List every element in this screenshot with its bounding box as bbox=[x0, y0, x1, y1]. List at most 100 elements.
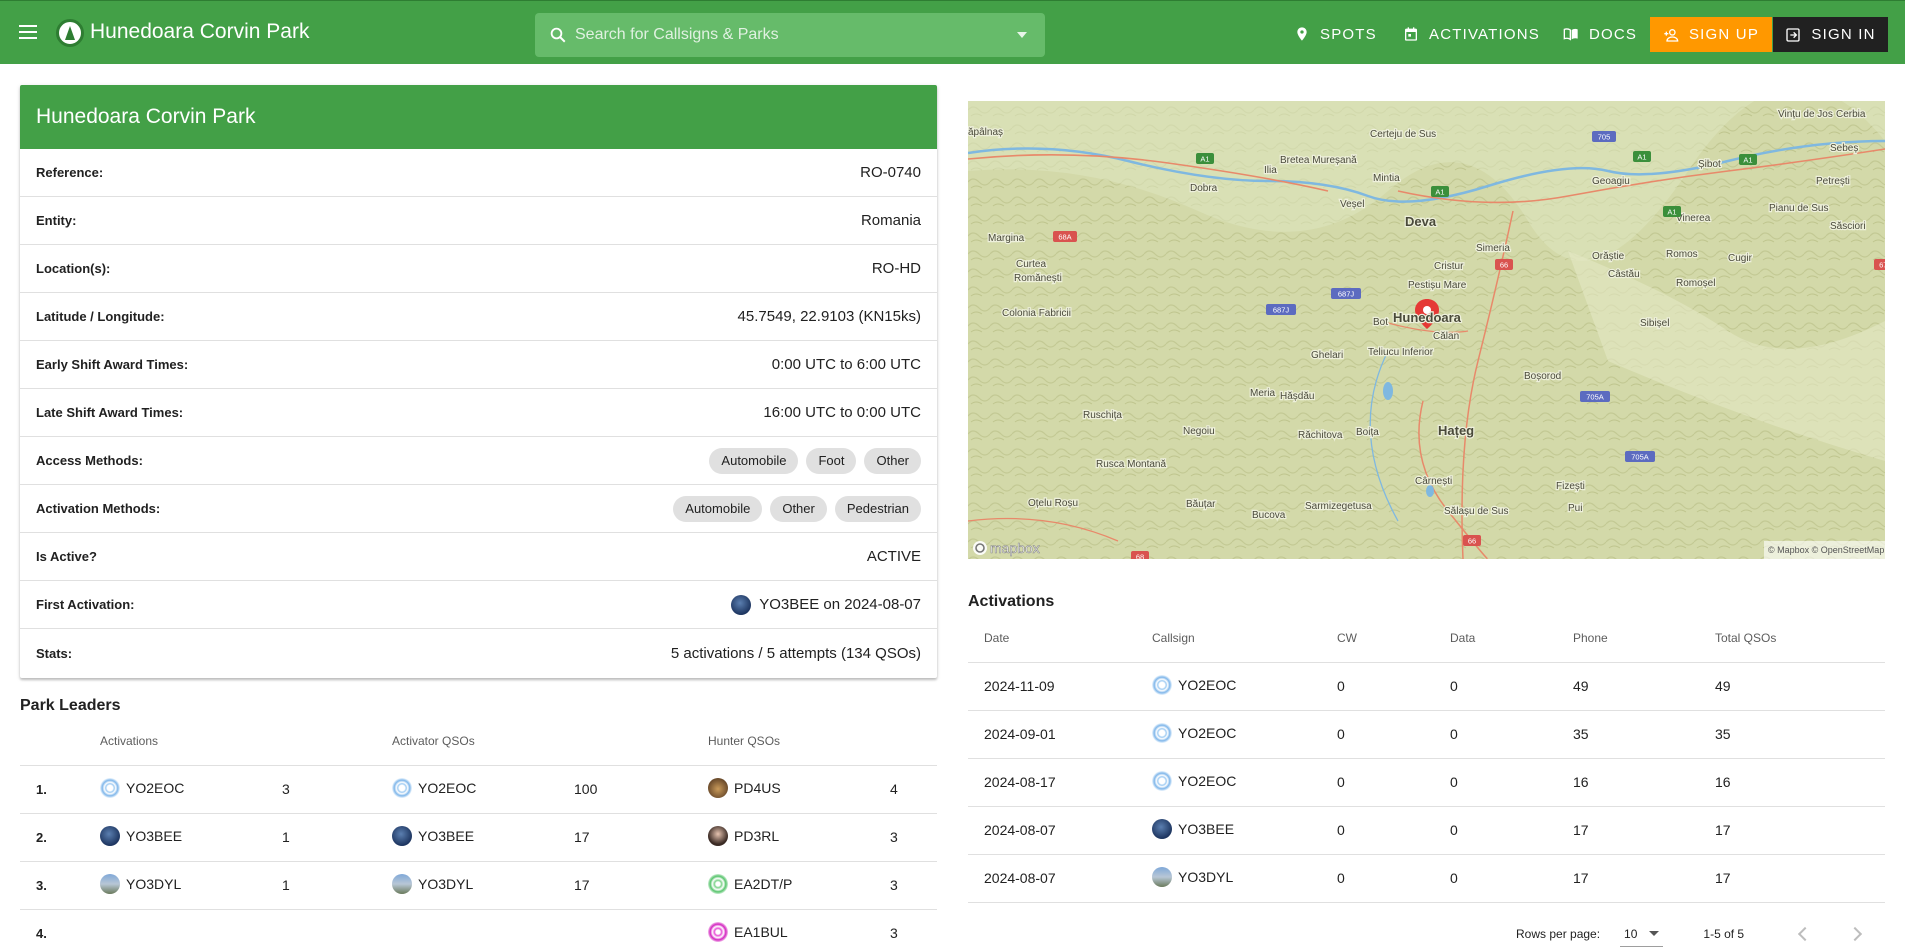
logo[interactable] bbox=[56, 19, 84, 47]
prev-page-icon[interactable] bbox=[1798, 926, 1813, 942]
park-info-label: Early Shift Award Times: bbox=[36, 357, 189, 372]
callsign-link[interactable]: YO3DYL bbox=[100, 873, 181, 894]
activations-header-date[interactable]: Date bbox=[968, 614, 1136, 663]
data-count: 0 bbox=[1434, 710, 1557, 759]
search-box[interactable] bbox=[535, 13, 1045, 57]
callsign-text: YO3DYL bbox=[1178, 868, 1234, 885]
activation-row[interactable]: 2024-08-07 YO3DYL 0 0 17 17 bbox=[968, 854, 1885, 903]
book-icon bbox=[1563, 28, 1578, 41]
chevron-down-icon bbox=[1649, 931, 1660, 936]
callsign-text: YO2EOC bbox=[1178, 772, 1237, 789]
callsign-link[interactable]: YO3DYL bbox=[392, 873, 473, 894]
callsign-link[interactable]: EA1BUL bbox=[708, 921, 788, 942]
hunter-qso-count: 3 bbox=[874, 813, 937, 862]
avatar bbox=[392, 825, 412, 846]
rows-per-page-label: Rows per page: bbox=[1516, 927, 1601, 941]
data-count: 0 bbox=[1434, 854, 1557, 903]
park-info-value-text: 45.7549, 22.9103 (KN15ks) bbox=[737, 308, 921, 325]
activation-row[interactable]: 2024-09-01 YO2EOC 0 0 35 35 bbox=[968, 710, 1885, 759]
total-qsos: 17 bbox=[1699, 854, 1885, 903]
leaders-row: 2. YO3BEE 1 YO3BEE 17 PD3RL 3 bbox=[20, 813, 937, 862]
phone-count: 49 bbox=[1557, 662, 1699, 711]
callsign-text: PD4US bbox=[734, 779, 781, 796]
hunter-qso-count: 3 bbox=[874, 861, 937, 910]
park-info-value: ACTIVE bbox=[867, 548, 921, 565]
park-leaders-title: Park Leaders bbox=[20, 697, 121, 714]
sign-up-button[interactable]: SIGN UP bbox=[1650, 17, 1772, 52]
callsign-link[interactable]: YO3BEE bbox=[1152, 818, 1234, 839]
map-place-label: Romoșel bbox=[1676, 278, 1715, 289]
map-place-label: Cugir bbox=[1728, 253, 1753, 264]
avatar bbox=[100, 825, 120, 846]
app-title[interactable]: Hunedoara Corvin Park bbox=[90, 20, 309, 44]
nav-activations-button[interactable]: ACTIVATIONS bbox=[1403, 17, 1540, 51]
map-place-label: Veșel bbox=[1340, 199, 1364, 210]
rows-per-page-select[interactable]: 10 bbox=[1620, 921, 1664, 947]
park-info-row: Activation Methods: Automobile Other Pedest… bbox=[20, 485, 937, 533]
method-chip: Foot bbox=[806, 447, 857, 474]
activation-date: 2024-08-07 bbox=[968, 854, 1136, 903]
park-info-value: YO3BEE on 2024-08-07 bbox=[731, 594, 921, 615]
sign-in-button[interactable]: SIGN IN bbox=[1773, 17, 1888, 52]
cw-count: 0 bbox=[1321, 758, 1434, 807]
road-shield-label: A1 bbox=[1667, 208, 1676, 217]
page-range: 1-5 of 5 bbox=[1703, 927, 1745, 941]
activations-header-row: Date Callsign CW Data Phone Total QSOs bbox=[968, 614, 1885, 663]
callsign-link[interactable]: YO2EOC bbox=[100, 777, 184, 798]
avatar bbox=[1152, 722, 1172, 743]
search-input[interactable] bbox=[575, 13, 995, 57]
avatar bbox=[708, 777, 728, 798]
park-map[interactable]: Vințu de Jos Cerbia Certeju de Sus Sebeș ăpâ… bbox=[968, 101, 1885, 559]
callsign-link[interactable]: PD3RL bbox=[708, 825, 779, 846]
callsign-link[interactable]: PD4US bbox=[708, 777, 781, 798]
activations-header-callsign[interactable]: Callsign bbox=[1136, 614, 1321, 663]
chevron-down-icon[interactable] bbox=[1017, 32, 1027, 38]
callsign-link[interactable]: EA2DT/P bbox=[708, 873, 792, 894]
activations-header-cw[interactable]: CW bbox=[1321, 614, 1434, 663]
map-place-label: Orăștie bbox=[1592, 251, 1625, 262]
activations-header-phone[interactable]: Phone bbox=[1557, 614, 1699, 663]
map-place-label: Petrești bbox=[1816, 176, 1850, 187]
map-place-label: Oțelu Roșu bbox=[1028, 498, 1078, 509]
total-qsos: 35 bbox=[1699, 710, 1885, 759]
leaders-row: 3. YO3DYL 1 YO3DYL 17 EA2DT/P 3 bbox=[20, 861, 937, 910]
map-place-label: Negoiu bbox=[1183, 426, 1215, 437]
activations-header-data[interactable]: Data bbox=[1434, 614, 1557, 663]
avatar bbox=[731, 594, 752, 615]
next-page-icon[interactable] bbox=[1848, 926, 1863, 942]
callsign-link[interactable]: YO2EOC bbox=[1152, 722, 1236, 743]
method-chip: Other bbox=[864, 447, 921, 474]
callsign-link[interactable]: YO2EOC bbox=[1152, 674, 1236, 695]
callsign-link[interactable]: YO3BEE bbox=[392, 825, 474, 846]
callsign-link[interactable]: YO2EOC bbox=[392, 777, 476, 798]
map-place-label: Cârnești bbox=[1415, 476, 1452, 487]
activation-date: 2024-08-07 bbox=[968, 806, 1136, 855]
rank: 2. bbox=[36, 830, 47, 845]
park-info-value: RO-HD bbox=[872, 260, 921, 277]
activation-row[interactable]: 2024-08-07 YO3BEE 0 0 17 17 bbox=[968, 806, 1885, 855]
park-info-value-text: 5 activations / 5 attempts (134 QSOs) bbox=[670, 644, 921, 662]
callsign-link[interactable]: YO2EOC bbox=[1152, 770, 1237, 791]
callsign-link[interactable]: YO3BEE bbox=[100, 825, 182, 846]
activation-row[interactable]: 2024-11-09 YO2EOC 0 0 49 49 bbox=[968, 662, 1885, 711]
map-place-label: Meria bbox=[1250, 388, 1275, 399]
nav-spots-button[interactable]: SPOTS bbox=[1294, 17, 1377, 51]
park-info-row: Reference: RO-0740 bbox=[20, 149, 937, 197]
park-info-row: Entity: Romania bbox=[20, 197, 937, 245]
activations-header-total[interactable]: Total QSOs bbox=[1699, 614, 1885, 663]
map-place-label: Dobra bbox=[1190, 183, 1218, 194]
callsign-link[interactable]: YO3DYL bbox=[1152, 866, 1234, 887]
map-canvas[interactable]: Vințu de Jos Cerbia Certeju de Sus Sebeș ăpâ… bbox=[968, 101, 1885, 559]
map-place-label: Romos bbox=[1666, 249, 1698, 260]
mapbox-logo[interactable]: mapbox bbox=[973, 540, 1040, 556]
cw-count: 0 bbox=[1321, 662, 1434, 711]
menu-icon[interactable] bbox=[16, 21, 40, 45]
map-place-label: Pestișu Mare bbox=[1408, 280, 1467, 291]
phone-count: 35 bbox=[1557, 710, 1699, 759]
nav-docs-button[interactable]: DOCS bbox=[1563, 17, 1637, 51]
activation-row[interactable]: 2024-08-17 YO2EOC 0 0 16 16 bbox=[968, 758, 1885, 807]
leaders-row: 1. YO2EOC 3 YO2EOC 100 PD4US 4 bbox=[20, 765, 937, 814]
activation-count: 1 bbox=[266, 813, 376, 862]
total-qsos: 17 bbox=[1699, 806, 1885, 855]
road-shield-label: 687J bbox=[1338, 290, 1355, 299]
